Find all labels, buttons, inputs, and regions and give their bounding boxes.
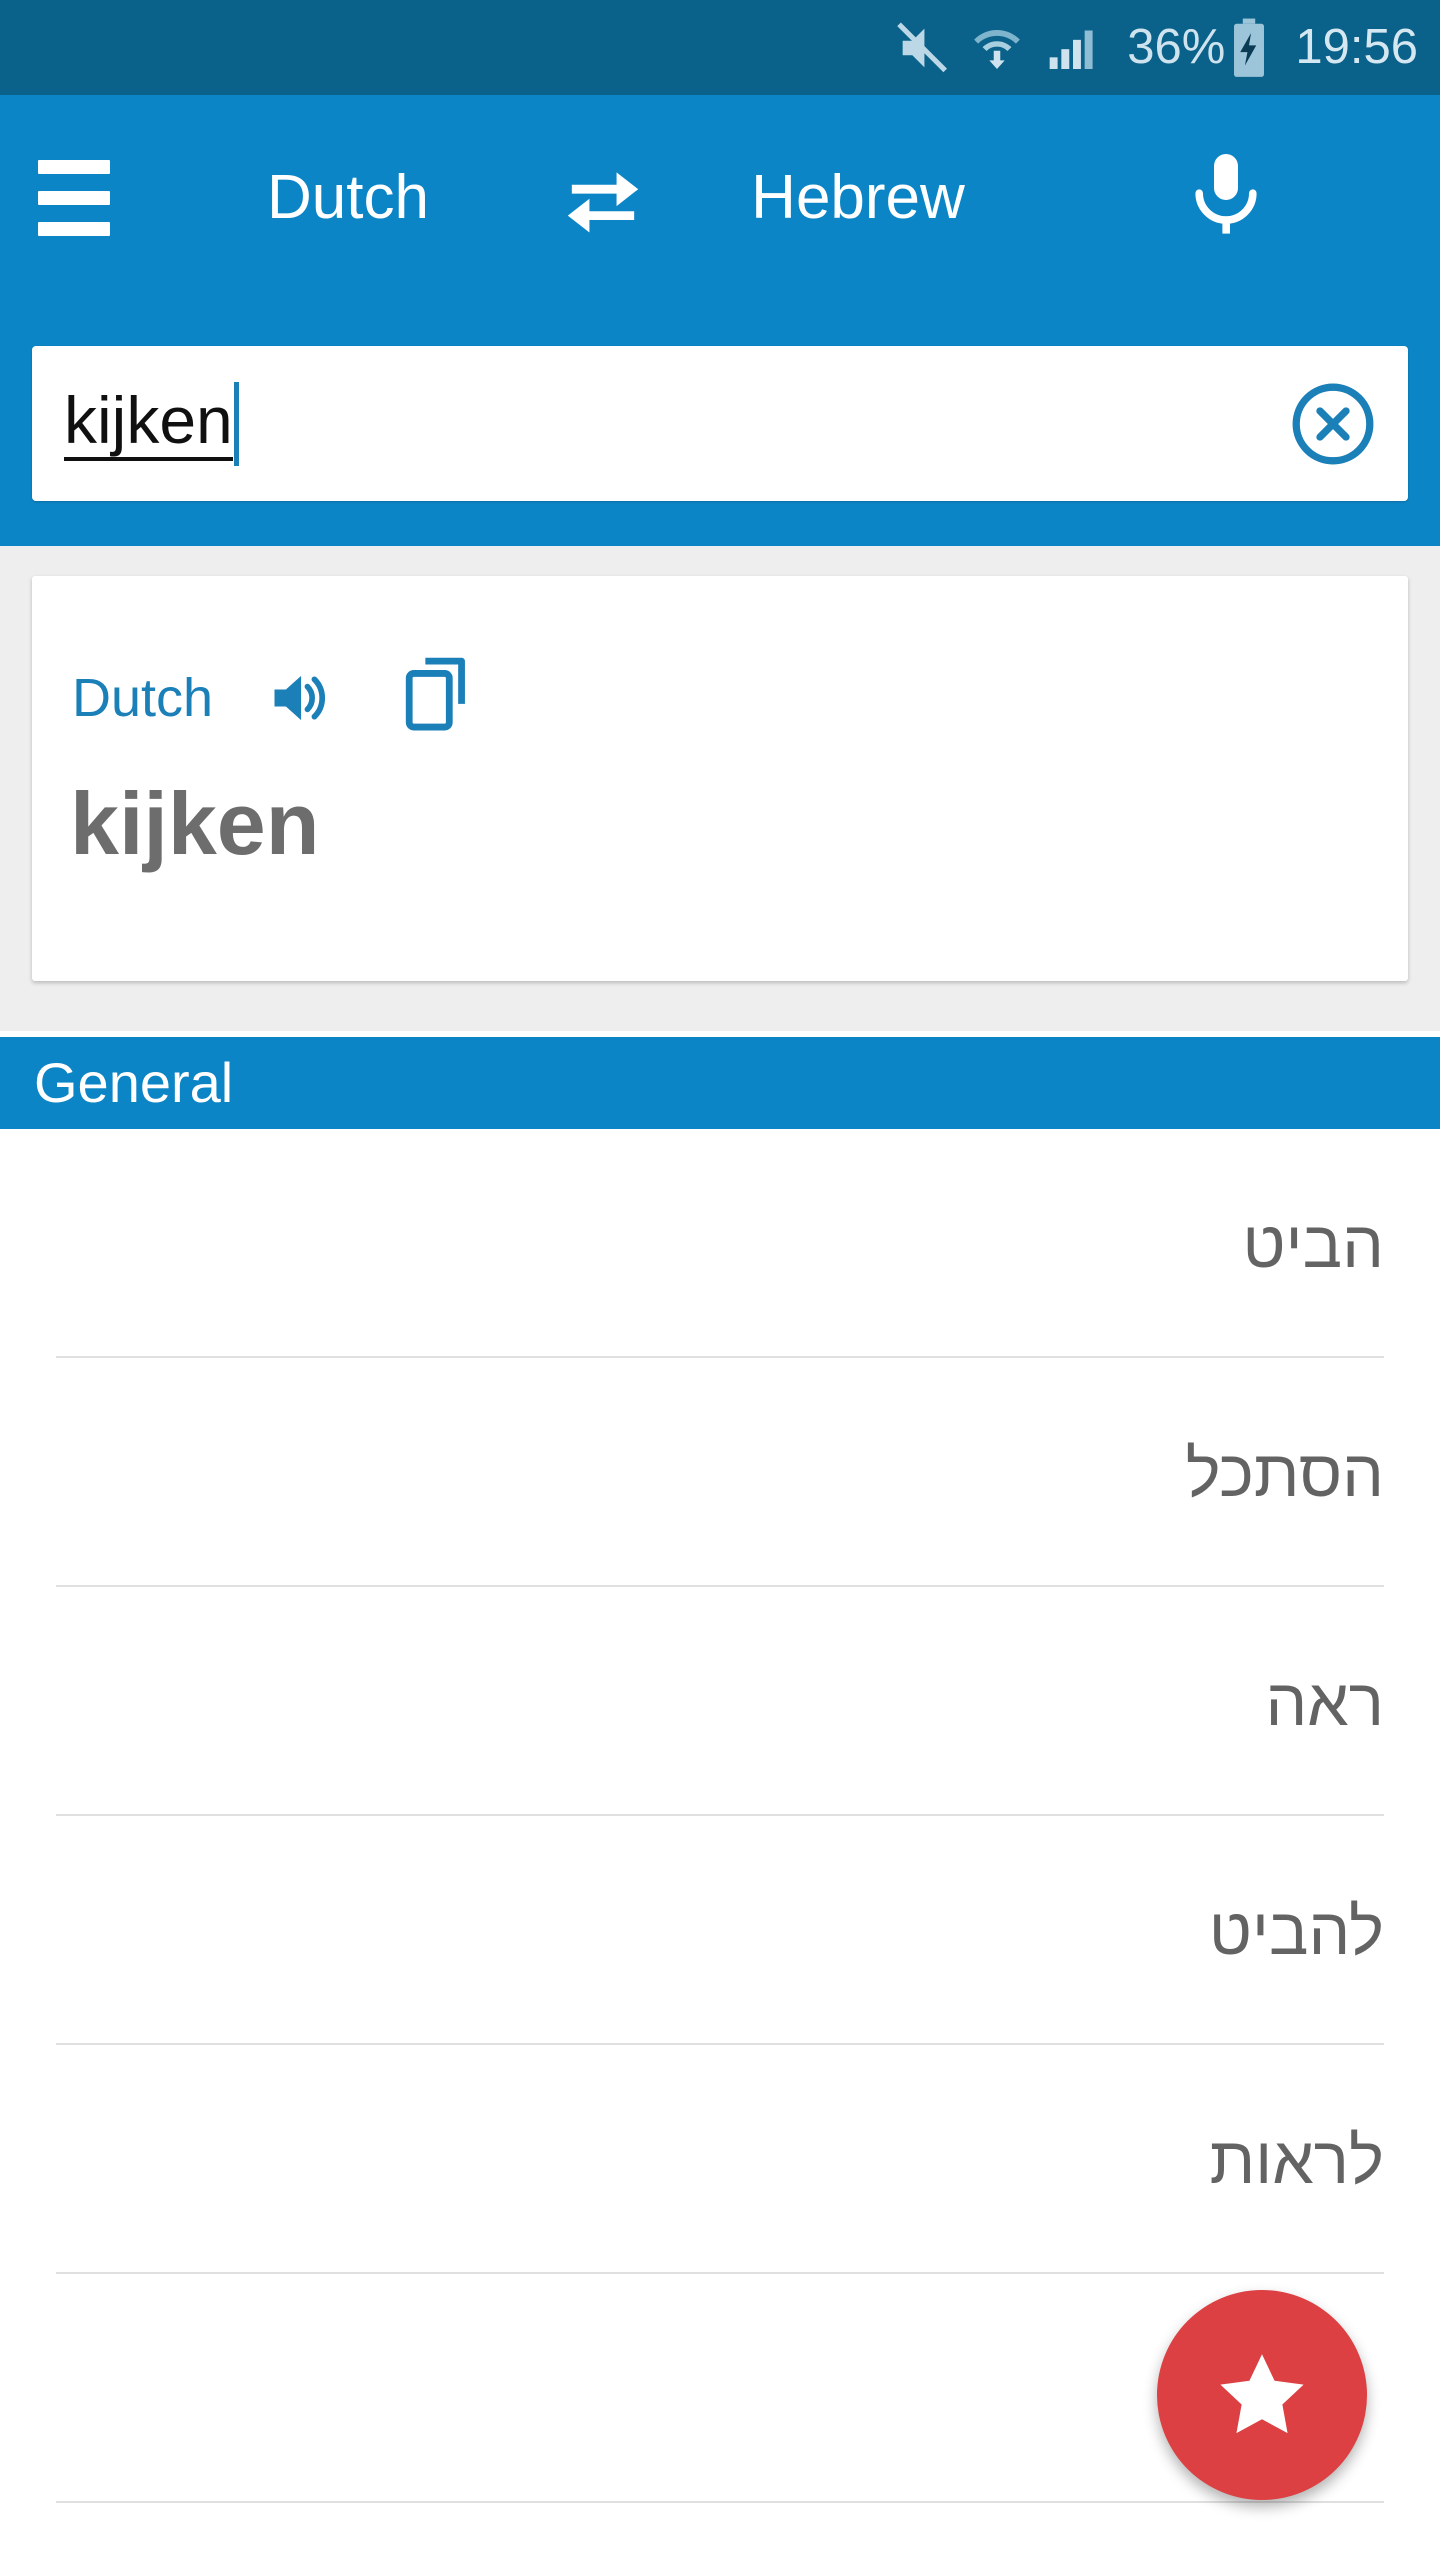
battery-charging-icon bbox=[1229, 17, 1269, 79]
translation-text: ראה bbox=[1265, 1664, 1384, 1739]
mute-icon bbox=[893, 19, 951, 77]
status-bar-icons: 36% 19:56 bbox=[893, 17, 1418, 79]
section-header-label: General bbox=[34, 1051, 234, 1114]
hamburger-bar bbox=[38, 159, 110, 174]
search-input[interactable]: kijken bbox=[32, 346, 1258, 501]
status-bar-clock: 19:56 bbox=[1295, 20, 1418, 74]
app-bar: Dutch Hebrew bbox=[0, 95, 1440, 300]
search-box: kijken bbox=[32, 346, 1408, 501]
target-language-button[interactable]: Hebrew bbox=[678, 166, 1038, 229]
hamburger-bar bbox=[38, 190, 110, 205]
clear-search-button[interactable] bbox=[1258, 378, 1408, 470]
voice-input-button[interactable] bbox=[1038, 143, 1440, 253]
copy-word-button[interactable] bbox=[397, 656, 477, 740]
list-item[interactable]: לראות bbox=[0, 2045, 1440, 2274]
speak-word-button[interactable] bbox=[265, 660, 341, 736]
hamburger-menu-icon[interactable] bbox=[38, 159, 168, 236]
search-input-value: kijken bbox=[64, 387, 233, 461]
app-root: 36% 19:56 Dutch Hebrew kijken Dutch kijk… bbox=[0, 0, 1440, 2560]
swap-languages-button[interactable] bbox=[528, 154, 678, 242]
word-card: Dutch kijken bbox=[32, 576, 1408, 981]
search-zone: kijken bbox=[0, 300, 1440, 546]
text-cursor bbox=[233, 381, 239, 466]
favorite-fab[interactable] bbox=[1157, 2290, 1367, 2500]
battery-percent-label: 36% bbox=[1127, 20, 1226, 74]
speaker-icon bbox=[274, 675, 326, 721]
section-header-general: General bbox=[0, 1037, 1440, 1129]
list-item[interactable]: הסתכל bbox=[0, 1358, 1440, 1587]
card-zone: Dutch kijken bbox=[0, 546, 1440, 1031]
signal-icon bbox=[1045, 19, 1101, 77]
card-word-text: kijken bbox=[70, 774, 320, 873]
translation-text: הביט bbox=[1242, 1206, 1384, 1281]
hamburger-bar bbox=[38, 221, 110, 236]
swap-arrows-icon bbox=[567, 171, 639, 232]
card-language-label: Dutch bbox=[72, 668, 214, 728]
microphone-icon bbox=[1195, 153, 1257, 234]
wifi-data-icon bbox=[969, 19, 1025, 77]
list-item[interactable]: להביט bbox=[0, 1816, 1440, 2045]
translation-text: להביט bbox=[1208, 1893, 1384, 1968]
clear-circle-icon bbox=[1292, 383, 1374, 464]
translation-text: לראות bbox=[1209, 2122, 1384, 2197]
copy-icon bbox=[405, 657, 466, 731]
word-card-header: Dutch bbox=[72, 656, 477, 740]
status-bar: 36% 19:56 bbox=[0, 0, 1440, 95]
star-icon bbox=[1220, 2354, 1304, 2434]
translation-text: הסתכל bbox=[1185, 1435, 1384, 1510]
list-item[interactable]: ראה bbox=[0, 1587, 1440, 1816]
source-language-button[interactable]: Dutch bbox=[168, 166, 528, 229]
list-item[interactable]: הביט bbox=[0, 1129, 1440, 1358]
